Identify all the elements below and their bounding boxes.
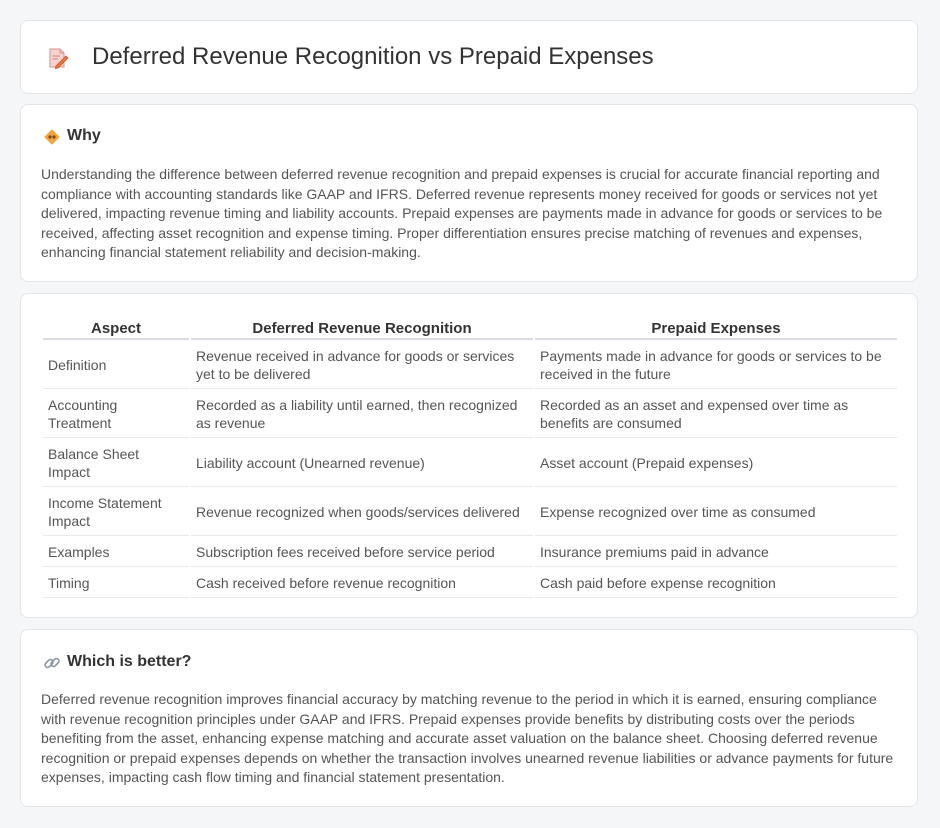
table-row: Timing Cash received before revenue reco… [43,569,897,598]
which-is-better-text: Deferred revenue recognition improves fi… [41,691,894,785]
table-cell: Asset account (Prepaid expenses) [535,440,897,487]
table-row: Balance Sheet Impact Liability account (… [43,440,897,487]
table-cell: Cash paid before expense recognition [535,569,897,598]
diamond-hands-icon [44,129,60,145]
table-cell: Revenue received in advance for goods or… [191,342,533,389]
why-section: Why Understanding the difference between… [20,104,918,282]
table-cell: Accounting Treatment [43,391,189,438]
table-cell: Balance Sheet Impact [43,440,189,487]
column-header-deferred-revenue: Deferred Revenue Recognition [191,316,533,340]
table-row: Examples Subscription fees received befo… [43,538,897,567]
table-cell: Definition [43,342,189,389]
header-card: Deferred Revenue Recognition vs Prepaid … [20,20,918,94]
comparison-table: Aspect Deferred Revenue Recognition Prep… [41,314,899,600]
table-cell: Recorded as an asset and expensed over t… [535,391,897,438]
table-cell: Timing [43,569,189,598]
which-is-better-title: Which is better? [67,653,192,670]
table-cell: Cash received before revenue recognition [191,569,533,598]
why-title: Why [67,127,101,144]
table-cell: Liability account (Unearned revenue) [191,440,533,487]
table-row: Accounting Treatment Recorded as a liabi… [43,391,897,438]
table-cell: Examples [43,538,189,567]
table-cell: Subscription fees received before servic… [191,538,533,567]
table-cell: Revenue recognized when goods/services d… [191,489,533,536]
document-pen-icon [49,48,69,69]
table-row: Income Statement Impact Revenue recogniz… [43,489,897,536]
table-cell: Insurance premiums paid in advance [535,538,897,567]
table-cell: Recorded as a liability until earned, th… [191,391,533,438]
column-header-prepaid-expenses: Prepaid Expenses [535,316,897,340]
link-icon [44,657,60,669]
page-title: Deferred Revenue Recognition vs Prepaid … [92,43,654,70]
table-cell: Expense recognized over time as consumed [535,489,897,536]
table-cell: Income Statement Impact [43,489,189,536]
column-header-aspect: Aspect [43,316,189,340]
table-header-row: Aspect Deferred Revenue Recognition Prep… [43,316,897,340]
which-is-better-section: Which is better? Deferred revenue recogn… [20,629,918,807]
table-cell: Payments made in advance for goods or se… [535,342,897,389]
why-text: Understanding the difference between def… [41,166,883,260]
table-row: Definition Revenue received in advance f… [43,342,897,389]
comparison-section: Aspect Deferred Revenue Recognition Prep… [20,293,918,618]
